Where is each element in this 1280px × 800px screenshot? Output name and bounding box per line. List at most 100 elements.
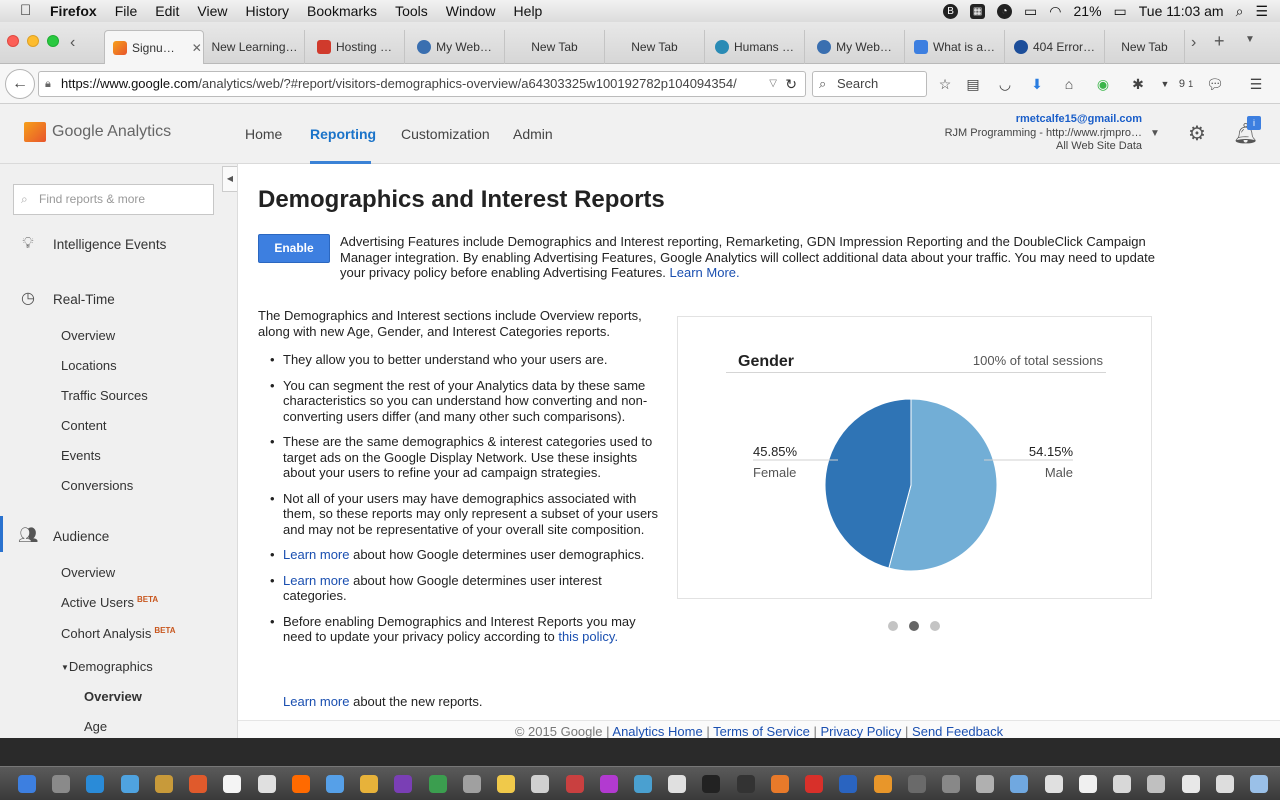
analytics-home-link[interactable]: Analytics Home <box>612 724 702 738</box>
learn-more-link[interactable]: Learn More. <box>670 265 740 280</box>
itunes-icon[interactable] <box>394 775 412 793</box>
download-stack-icon[interactable] <box>1147 775 1165 793</box>
privacy-policy-link[interactable]: Privacy Policy <box>821 724 902 738</box>
this-policy-link[interactable]: this policy. <box>558 629 618 644</box>
stack-icon[interactable] <box>1113 775 1131 793</box>
menu-edit[interactable]: Edit <box>155 3 179 19</box>
nav-customization[interactable]: Customization <box>401 126 490 142</box>
tab-what-is[interactable]: What is a… <box>905 30 1005 64</box>
tab-humans[interactable]: Humans … <box>705 30 805 64</box>
menu-bookmarks[interactable]: Bookmarks <box>307 3 377 19</box>
launchpad-icon[interactable] <box>52 775 70 793</box>
sidebar-demographics-overview[interactable]: Overview <box>84 689 142 704</box>
tabs-scroll-right-icon[interactable]: › <box>1191 34 1196 52</box>
terms-of-service-link[interactable]: Terms of Service <box>713 724 810 738</box>
app-store-icon[interactable] <box>121 775 139 793</box>
sidebar-realtime-traffic-sources[interactable]: Traffic Sources <box>61 388 148 403</box>
apple-icon[interactable]:  <box>20 3 36 19</box>
search-input[interactable]: ⌕ Search <box>812 71 927 97</box>
carousel-dot-1[interactable] <box>888 621 898 631</box>
tab-new-tab-2[interactable]: New Tab <box>605 30 705 64</box>
tab-hosting[interactable]: Hosting … <box>305 30 405 64</box>
sync-status-icon[interactable]: ▦ <box>970 3 986 19</box>
safari-icon[interactable] <box>86 775 104 793</box>
sidebar-realtime-overview[interactable]: Overview <box>61 328 115 343</box>
terminal-icon[interactable] <box>702 775 720 793</box>
bbedit-icon[interactable] <box>737 775 755 793</box>
sidebar-realtime-events[interactable]: Events <box>61 448 101 463</box>
wifi-icon[interactable]: ◠ <box>1049 3 1061 20</box>
pocket-icon[interactable]: ◡ <box>997 76 1013 92</box>
extension-green-icon[interactable]: ◉ <box>1095 76 1111 92</box>
google-analytics-logo[interactable]: Google Analytics <box>24 122 171 142</box>
send-feedback-link[interactable]: Send Feedback <box>912 724 1003 738</box>
nav-reporting[interactable]: Reporting <box>310 126 376 142</box>
airplay-icon[interactable]: ▭ <box>1024 3 1037 20</box>
messages-icon[interactable] <box>326 775 344 793</box>
notes-icon[interactable] <box>223 775 241 793</box>
menu-help[interactable]: Help <box>514 3 543 19</box>
find-reports-input[interactable]: ⌕ Find reports & more <box>13 184 214 215</box>
preferences-icon[interactable] <box>463 775 481 793</box>
tab-new-tab-3[interactable]: New Tab <box>1105 30 1185 64</box>
tab-404-error[interactable]: 404 Error… <box>1005 30 1105 64</box>
enable-button[interactable]: Enable <box>258 234 330 263</box>
home-icon[interactable]: ⌂ <box>1061 76 1077 92</box>
sidebar-realtime-conversions[interactable]: Conversions <box>61 478 133 493</box>
learn-more-demographics-link[interactable]: Learn more <box>283 547 349 562</box>
ibooks-icon[interactable] <box>360 775 378 793</box>
back-button[interactable]: ← <box>5 69 35 99</box>
photos-icon[interactable] <box>292 775 310 793</box>
nav-admin[interactable]: Admin <box>513 126 553 142</box>
reminders-icon[interactable] <box>258 775 276 793</box>
sidebar-audience-overview[interactable]: Overview <box>61 565 115 580</box>
chat-bubble-icon[interactable]: 💬︎ <box>1206 76 1224 92</box>
mail-icon[interactable] <box>1010 775 1028 793</box>
cube-icon[interactable] <box>976 775 994 793</box>
reload-icon[interactable]: ↻ <box>785 72 797 96</box>
misc-stack-icon[interactable] <box>1216 775 1234 793</box>
chrome-icon[interactable] <box>634 775 652 793</box>
tab-signup[interactable]: Signu… ✕ <box>104 30 204 64</box>
textedit-icon[interactable] <box>497 775 515 793</box>
url-bar[interactable]: 🔒︎ https://www.google.com/analytics/web/… <box>38 71 806 97</box>
tabs-scroll-left-icon[interactable]: ‹ <box>70 34 75 52</box>
tab-new-learning[interactable]: New Learning… <box>205 30 305 64</box>
menu-file[interactable]: File <box>115 3 138 19</box>
vlc-icon[interactable] <box>839 775 857 793</box>
account-chevron-down-icon[interactable]: ▼ <box>1150 128 1160 139</box>
carousel-dot-3[interactable] <box>930 621 940 631</box>
trash-icon[interactable] <box>1250 775 1268 793</box>
sidebar-cohort-analysis[interactable]: Cohort Analysis BETA <box>61 626 176 641</box>
url-dropdown-chevron-down-icon[interactable]: ▽ <box>769 72 777 96</box>
collapse-sidebar-button[interactable]: ◀ <box>222 166 237 192</box>
document-icon[interactable] <box>668 775 686 793</box>
vlc-player-icon[interactable] <box>874 775 892 793</box>
tab-my-web-1[interactable]: My Web… <box>405 30 505 64</box>
books-icon[interactable] <box>155 775 173 793</box>
learn-more-new-reports-link[interactable]: Learn more <box>283 694 349 709</box>
folder-icon[interactable] <box>1079 775 1097 793</box>
battery-icon[interactable]: ▭ <box>1114 3 1127 20</box>
close-tab-icon[interactable]: ✕ <box>192 41 202 55</box>
sidebar-realtime-locations[interactable]: Locations <box>61 358 117 373</box>
menu-view[interactable]: View <box>197 3 227 19</box>
sidebar-demographics-age[interactable]: Age <box>84 719 107 734</box>
sidebar-intelligence-events[interactable]: Intelligence Events <box>53 237 166 252</box>
battery-percent[interactable]: 21% <box>1074 3 1102 19</box>
notes2-icon[interactable] <box>1045 775 1063 793</box>
tab-new-tab-1[interactable]: New Tab <box>505 30 605 64</box>
opera-icon[interactable] <box>566 775 584 793</box>
extension-badge-count[interactable]: 9 1 <box>1174 76 1198 92</box>
calendar-icon[interactable] <box>189 775 207 793</box>
extension-chevron-down-icon[interactable]: ▼ <box>1157 76 1173 92</box>
imovie-icon[interactable] <box>600 775 618 793</box>
spotlight-search-icon[interactable]: ⌕ <box>1236 3 1244 20</box>
sidebar-realtime-content[interactable]: Content <box>61 418 107 433</box>
sidebar-real-time[interactable]: Real-Time <box>53 292 115 307</box>
nav-home[interactable]: Home <box>245 126 282 142</box>
help-icon[interactable] <box>942 775 960 793</box>
bbedit-status-icon[interactable]: B <box>943 3 959 19</box>
bookmark-star-icon[interactable]: ☆ <box>937 76 953 92</box>
filezilla-icon[interactable] <box>805 775 823 793</box>
